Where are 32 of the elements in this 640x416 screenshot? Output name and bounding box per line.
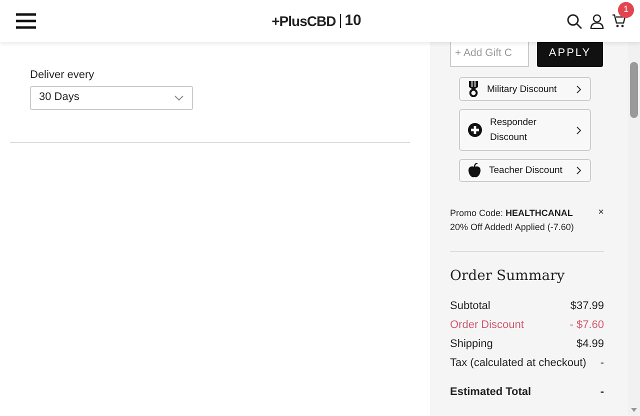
summary-label: Estimated Total — [450, 385, 532, 400]
user-icon[interactable] — [590, 14, 604, 28]
chevron-right-icon — [576, 126, 582, 134]
medal-icon — [468, 81, 479, 97]
cart-icon[interactable] — [612, 14, 626, 28]
summary-value: - $7.60 — [570, 318, 604, 333]
chevron-right-icon — [576, 84, 582, 94]
discount-button[interactable]: Military Discount — [459, 77, 591, 101]
field-label: Deliver every — [30, 68, 96, 83]
chevron-down-icon — [174, 94, 184, 100]
summary-value: $4.99 — [576, 337, 604, 352]
apple-icon — [468, 163, 481, 178]
summary-label: Subtotal — [450, 299, 490, 314]
summary-label: Order Discount — [450, 318, 524, 333]
promo-detail-text: 20% Off Added! Applied (-7.60) — [450, 221, 575, 234]
section-title: Order Summary — [450, 267, 566, 286]
cart-count-badge: 1 — [618, 2, 634, 18]
discount-button[interactable]: Responder Discount — [459, 109, 591, 151]
summary-label: Tax (calculated at checkout) — [450, 356, 586, 371]
summary-value: - — [600, 385, 604, 400]
search-icon[interactable] — [567, 14, 582, 28]
summary-value: $37.99 — [570, 299, 604, 314]
cross-circle-icon — [468, 123, 482, 137]
discount-button[interactable]: Teacher Discount — [459, 159, 591, 182]
logo[interactable]: +PlusCBD 10 — [272, 10, 362, 32]
deliver-every-select[interactable]: 30 Days — [30, 86, 193, 110]
summary-value: - — [600, 356, 604, 371]
menu-icon[interactable] — [16, 13, 36, 29]
chevron-right-icon — [576, 166, 582, 175]
promo-code-text: Promo Code: HEALTHCANAL — [450, 207, 574, 220]
summary-label: Shipping — [450, 337, 493, 352]
remove-promo-button[interactable]: × — [598, 206, 604, 220]
